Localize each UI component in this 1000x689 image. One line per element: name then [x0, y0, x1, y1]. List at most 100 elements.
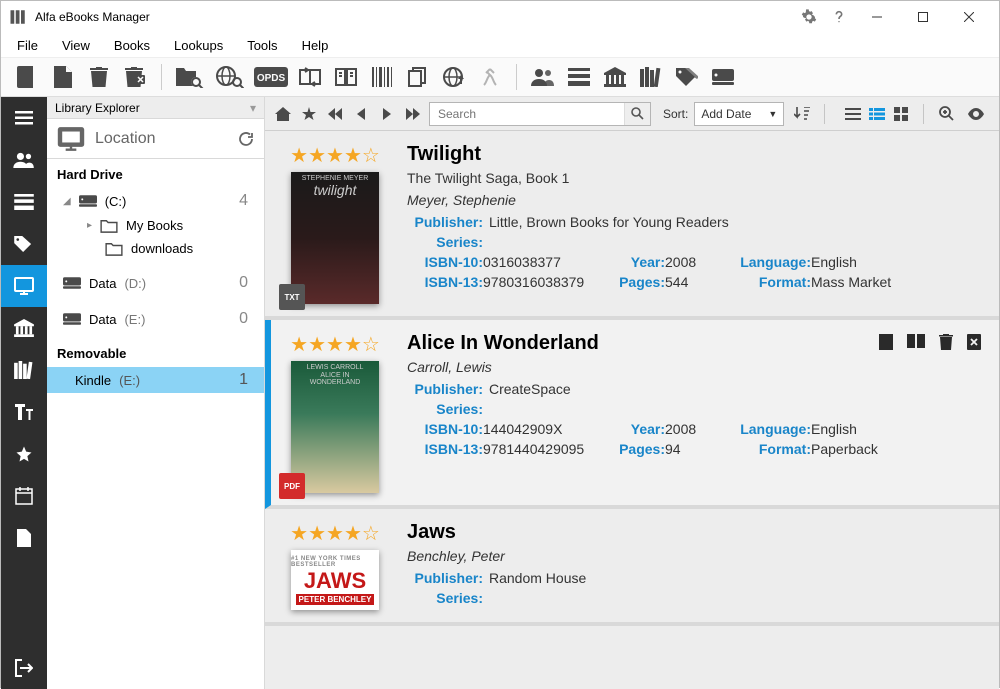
menu-file[interactable]: File: [7, 36, 48, 55]
book-card[interactable]: ★★★★☆ LEWIS CARROLLALICE INWONDERLAND PD…: [265, 320, 999, 509]
nav-prev-icon[interactable]: [351, 103, 371, 125]
preview-icon[interactable]: [964, 103, 988, 125]
rating-stars: ★★★★☆: [290, 521, 380, 546]
view-detail-icon[interactable]: [865, 103, 889, 125]
authors-icon[interactable]: [527, 61, 559, 93]
close-button[interactable]: [947, 3, 991, 31]
rail-favorites-icon[interactable]: [1, 433, 47, 475]
scan-folder-icon[interactable]: [172, 61, 208, 93]
label-publisher: Publisher:: [407, 570, 483, 586]
value-publisher: Random House: [489, 570, 586, 586]
toolbar: OPDS: [1, 57, 999, 97]
action-delete-icon[interactable]: [939, 334, 953, 350]
value-format: Mass Market: [811, 274, 911, 290]
book-card[interactable]: ★★★★☆ #1 NEW YORK TIMES BESTSELLER JAWS …: [265, 509, 999, 626]
sort-direction-icon[interactable]: [790, 103, 814, 125]
rail-series-icon[interactable]: [1, 349, 47, 391]
search-icon[interactable]: [624, 103, 650, 125]
drive-id: (D:): [124, 276, 146, 291]
rail-authors-icon[interactable]: [1, 139, 47, 181]
library-icon[interactable]: [599, 61, 631, 93]
panel-header: Library Explorer ▾: [47, 97, 264, 119]
delete-book-icon[interactable]: [83, 61, 115, 93]
book-cover: #1 NEW YORK TIMES BESTSELLER JAWS PETER …: [291, 550, 379, 610]
search-box[interactable]: [429, 102, 651, 126]
nav-next-icon[interactable]: [377, 103, 397, 125]
drive-label: Data: [89, 276, 116, 291]
book-card[interactable]: ★★★★☆ STEPHENIE MEYERtwilight TXT Twilig…: [265, 131, 999, 320]
value-publisher: Little, Brown Books for Young Readers: [489, 214, 729, 230]
copy-icon[interactable]: [402, 61, 434, 93]
rail-tags-icon[interactable]: [1, 223, 47, 265]
rail-text-icon[interactable]: [1, 391, 47, 433]
drive-kindle[interactable]: Kindle (E:) 1: [47, 367, 264, 393]
tags-icon[interactable]: [671, 61, 703, 93]
convert-icon[interactable]: [294, 61, 326, 93]
settings-gear-icon[interactable]: [795, 3, 823, 31]
sort-value: Add Date: [701, 107, 751, 121]
publishers-icon[interactable]: [563, 61, 595, 93]
search-input[interactable]: [430, 103, 624, 125]
rating-stars: ★★★★☆: [290, 143, 380, 168]
menu-tools[interactable]: Tools: [237, 36, 287, 55]
minimize-button[interactable]: [855, 3, 899, 31]
sort-dropdown[interactable]: Add Date ▼: [694, 102, 784, 126]
delete-file-icon[interactable]: [119, 61, 151, 93]
folder-downloads[interactable]: downloads: [47, 237, 264, 260]
nav-home-icon[interactable]: [273, 103, 293, 125]
menu-view[interactable]: View: [52, 36, 100, 55]
rail-publishers-icon[interactable]: [1, 181, 47, 223]
book-author: Carroll, Lewis: [407, 359, 983, 375]
value-isbn10: 144042909X: [483, 421, 609, 437]
action-read-icon[interactable]: [907, 334, 925, 350]
view-list-icon[interactable]: [841, 103, 865, 125]
merge-icon[interactable]: [474, 61, 506, 93]
series-icon[interactable]: [635, 61, 667, 93]
nav-all-icon[interactable]: [299, 103, 319, 125]
nav-last-icon[interactable]: [403, 103, 423, 125]
action-remove-icon[interactable]: [967, 334, 981, 350]
rail-location-icon[interactable]: [1, 265, 47, 307]
devices-icon[interactable]: [707, 61, 739, 93]
folder-label: My Books: [126, 218, 183, 233]
expand-icon[interactable]: ▸: [87, 220, 92, 231]
value-year: 2008: [665, 421, 725, 437]
rail-menu-icon[interactable]: [1, 97, 47, 139]
view-grid-icon[interactable]: [889, 103, 913, 125]
menu-lookups[interactable]: Lookups: [164, 36, 233, 55]
barcode-icon[interactable]: [366, 61, 398, 93]
drive-d[interactable]: Data (D:) 0: [47, 270, 264, 296]
folder-my-books[interactable]: ▸ My Books: [47, 214, 264, 237]
separator: [516, 64, 517, 90]
label-pages: Pages:: [609, 274, 665, 290]
drive-c[interactable]: ◢ (C:) 4: [47, 188, 264, 214]
drive-e[interactable]: Data (E:) 0: [47, 306, 264, 332]
rail-calendar-icon[interactable]: [1, 475, 47, 517]
rail-library-icon[interactable]: [1, 307, 47, 349]
zoom-icon[interactable]: [934, 103, 958, 125]
value-isbn13: 9781440429095: [483, 441, 609, 457]
opds-button[interactable]: OPDS: [252, 61, 290, 93]
new-book-icon[interactable]: [11, 61, 43, 93]
nav-first-icon[interactable]: [325, 103, 345, 125]
label-isbn13: ISBN-13:: [407, 274, 483, 290]
scan-web-icon[interactable]: [212, 61, 248, 93]
rail-exit-icon[interactable]: [1, 647, 47, 689]
maximize-button[interactable]: [901, 3, 945, 31]
location-title: Location: [95, 130, 228, 148]
separator: [824, 104, 825, 124]
menu-help[interactable]: Help: [292, 36, 339, 55]
menu-books[interactable]: Books: [104, 36, 160, 55]
expand-icon[interactable]: ◢: [63, 196, 71, 207]
help-icon[interactable]: [825, 3, 853, 31]
folder-icon: [105, 242, 123, 256]
upload-web-icon[interactable]: [438, 61, 470, 93]
panel-collapse-icon[interactable]: ▾: [250, 101, 256, 115]
reader-icon[interactable]: [330, 61, 362, 93]
label-series: Series:: [423, 234, 483, 250]
book-list[interactable]: ★★★★☆ STEPHENIE MEYERtwilight TXT Twilig…: [265, 131, 999, 689]
refresh-icon[interactable]: [238, 131, 254, 147]
rail-file-icon[interactable]: [1, 517, 47, 559]
new-file-icon[interactable]: [47, 61, 79, 93]
action-book-icon[interactable]: [879, 334, 893, 350]
